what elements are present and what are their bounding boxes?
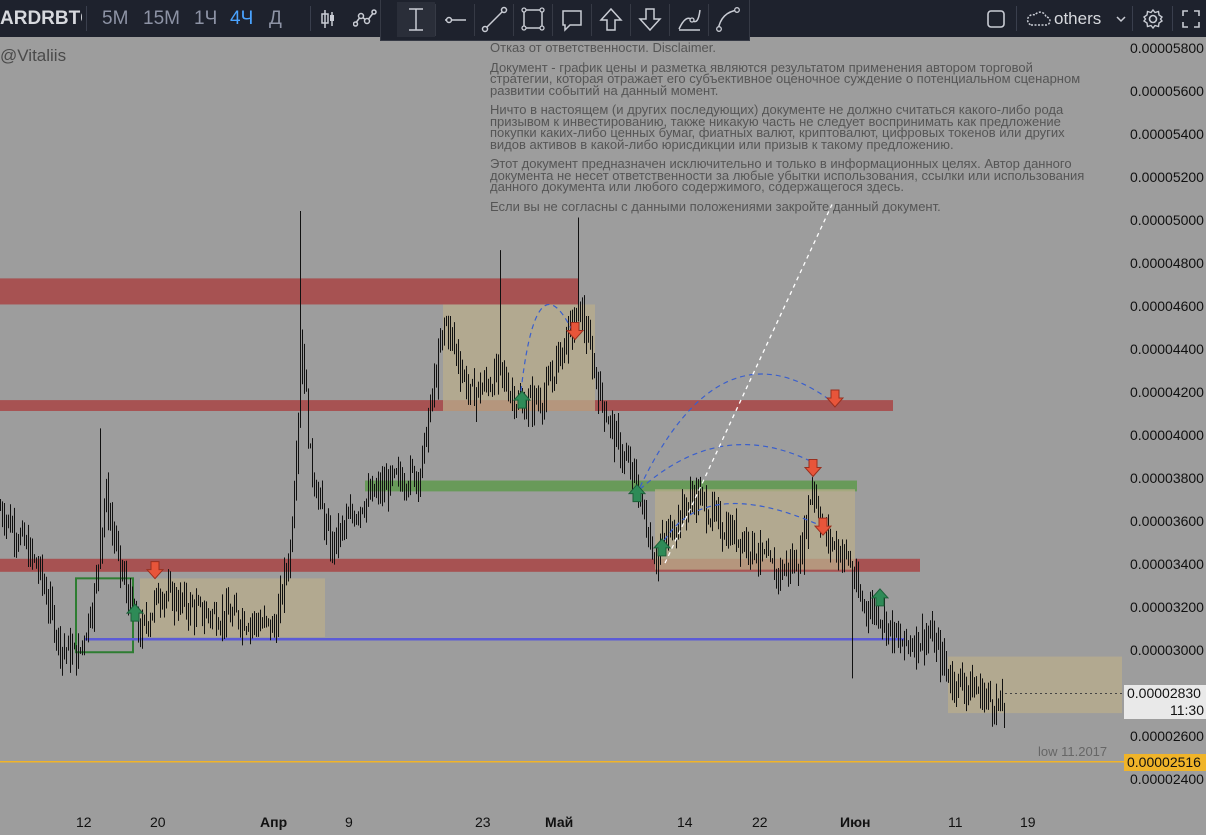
disclaimer-text: Отказ от ответственности. Disclaimer. До…	[490, 40, 1090, 220]
time-tick: 14	[677, 814, 693, 830]
path-icon	[678, 9, 701, 31]
interval-15m-button[interactable]: 15M	[143, 0, 180, 37]
price-tick: 0.00004400	[1130, 341, 1204, 357]
price-tick: 0.00002600	[1130, 728, 1204, 744]
symbol-label[interactable]: ARDRBTC	[0, 0, 82, 37]
curve-tool[interactable]	[709, 2, 747, 37]
time-tick: 11	[948, 814, 963, 830]
price-tick: 0.00004800	[1130, 255, 1204, 271]
arrow-down-tool[interactable]	[631, 2, 669, 37]
trend-line-tool[interactable]	[475, 2, 513, 37]
drawing-separator	[708, 4, 709, 36]
price-tick: 0.00003400	[1130, 556, 1204, 572]
price-tick: 0.00005000	[1130, 212, 1204, 228]
interval-4h-button[interactable]: 4Ч	[230, 0, 253, 37]
low-label: low 11.2017	[1038, 744, 1108, 759]
price-tick: 0.00003800	[1130, 470, 1204, 486]
drawing-separator	[630, 4, 631, 36]
price-tick: 0.00005800	[1130, 40, 1204, 56]
price-tick: 0.00004600	[1130, 298, 1204, 314]
time-tick: 9	[345, 814, 353, 830]
drawing-separator	[552, 4, 553, 36]
price-tick: 0.00002400	[1130, 771, 1204, 787]
price-tick: 0.00005200	[1130, 169, 1204, 185]
price-tick: 0.00003600	[1130, 513, 1204, 529]
cloud-icon[interactable]	[1024, 9, 1052, 29]
disclaimer-paragraph: Ничто в настоящем (и других последующих)…	[490, 102, 1065, 152]
disclaimer-paragraph: Если вы не согласны с данными положениям…	[490, 198, 941, 214]
price-tick: 0.00003200	[1130, 599, 1204, 615]
disclaimer-paragraph: Документ - график цены и разметка являют…	[490, 59, 1081, 98]
toolbar-separator	[1172, 6, 1173, 31]
drawing-separator	[474, 4, 475, 36]
bar-countdown: 11:30	[1124, 702, 1206, 719]
current-price-label: 0.00002830	[1124, 685, 1206, 702]
indicators-icon[interactable]	[353, 8, 377, 30]
price-tick: 0.00003000	[1130, 642, 1204, 658]
toolbar-separator	[1016, 6, 1017, 31]
chevron-down-icon[interactable]	[1116, 14, 1126, 24]
drawing-separator	[591, 4, 592, 36]
layout-name[interactable]: others	[1054, 0, 1101, 37]
toolbar-separator	[86, 6, 87, 31]
projection-curve	[639, 373, 831, 488]
toolbar-separator	[310, 6, 311, 31]
time-tick: 23	[475, 814, 491, 830]
arrow-down-marker	[803, 458, 823, 478]
disclaimer-paragraph: Этот документ предназначен исключительно…	[490, 156, 1085, 194]
time-tick: Апр	[260, 814, 288, 830]
interval-5m-button[interactable]: 5M	[102, 0, 128, 37]
drawing-toolbar	[380, 0, 750, 41]
rectangle-icon	[521, 7, 545, 31]
rectangle-tool[interactable]	[514, 2, 552, 37]
callout-icon	[562, 10, 582, 32]
interval-1h-button[interactable]: 1Ч	[194, 0, 217, 37]
callout-tool[interactable]	[553, 2, 591, 37]
time-tick: 22	[752, 814, 768, 830]
price-tick: 0.00005400	[1130, 126, 1204, 142]
drawing-separator	[669, 4, 670, 36]
price-tick: 0.00004000	[1130, 427, 1204, 443]
expand-icon[interactable]	[1180, 8, 1202, 30]
fullscreen-box-icon[interactable]	[985, 8, 1007, 30]
drawing-separator	[435, 4, 436, 36]
horizontal-line-tool[interactable]	[436, 2, 474, 37]
disclaimer-title: Отказ от ответственности. Disclaimer.	[490, 40, 717, 55]
low-price-label: 0.00002516	[1124, 754, 1206, 771]
arrow-up-tool[interactable]	[592, 2, 630, 37]
resistance-zone	[0, 278, 578, 305]
time-tick: 19	[1020, 814, 1036, 830]
time-tick: 20	[150, 814, 166, 830]
horizontal-line-icon	[445, 16, 466, 24]
price-tick: 0.00005600	[1130, 83, 1204, 99]
bar-style-icon[interactable]	[320, 8, 336, 30]
author-watermark: @Vitaliis	[0, 46, 67, 65]
drawing-separator	[513, 4, 514, 36]
crosshair-text-tool[interactable]	[397, 2, 435, 37]
time-tick: 12	[76, 814, 92, 830]
time-tick: Май	[545, 814, 574, 830]
toolbar-separator	[1132, 6, 1133, 31]
time-tick: Июн	[840, 814, 871, 830]
trend-line-icon	[481, 6, 508, 33]
path-tool[interactable]	[670, 2, 708, 37]
crosshair-text-icon	[409, 8, 423, 31]
interval-day-button[interactable]: Д	[269, 0, 282, 37]
curve-icon	[716, 7, 740, 32]
price-tick: 0.00004200	[1130, 384, 1204, 400]
arrow-up-icon	[599, 7, 623, 31]
settings-icon[interactable]	[1141, 7, 1165, 31]
arrow-down-icon	[638, 8, 662, 32]
